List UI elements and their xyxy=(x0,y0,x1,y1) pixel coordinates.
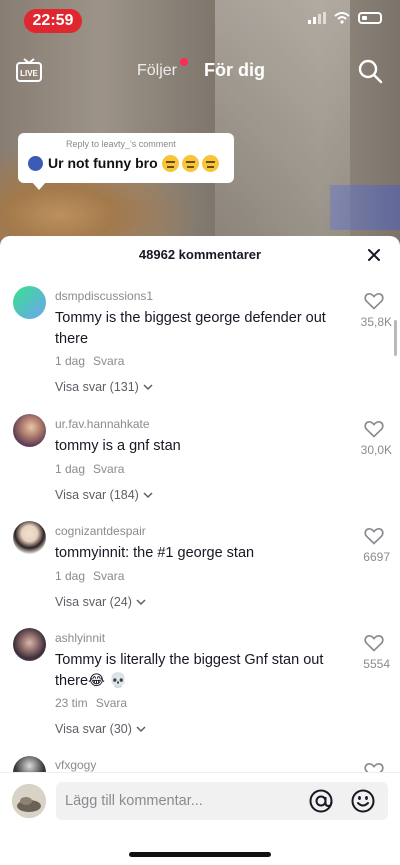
at-icon[interactable] xyxy=(308,788,334,814)
comment-age: 1 dag xyxy=(55,569,86,583)
avatar[interactable] xyxy=(13,628,46,661)
view-replies-button[interactable]: Visa svar (24) xyxy=(55,595,146,609)
comment-age: 1 dag xyxy=(55,462,86,476)
chevron-down-icon xyxy=(143,491,153,498)
heart-icon[interactable] xyxy=(364,634,384,652)
tab-for-you[interactable]: För dig xyxy=(204,60,265,81)
video-shade xyxy=(0,0,400,250)
wifi-icon xyxy=(334,12,350,24)
avatar[interactable] xyxy=(13,521,46,554)
view-replies-button[interactable]: Visa svar (131) xyxy=(55,380,153,394)
reply-bubble[interactable]: Reply to leavty_'s comment Ur not funny … xyxy=(18,133,234,190)
user-photo xyxy=(12,784,46,818)
view-replies-label: Visa svar (24) xyxy=(55,595,132,609)
comment-text: Tommy is literally the biggest Gnf stan … xyxy=(55,652,324,689)
comment-username[interactable]: vfxgogy xyxy=(55,758,96,772)
comment-likes: 6697 xyxy=(363,550,390,564)
notification-dot xyxy=(180,58,188,66)
comment-item: cognizantdespair tommyinnit: the #1 geor… xyxy=(0,507,400,614)
comment-likes: 35,8K xyxy=(360,315,392,329)
reply-button[interactable]: Svara xyxy=(93,569,124,583)
comment-username[interactable]: cognizantdespair xyxy=(55,524,146,538)
emoji-icon[interactable] xyxy=(350,788,376,814)
live-icon[interactable]: LIVE xyxy=(16,58,42,82)
comment-username[interactable]: ur.fav.hannahkate xyxy=(55,417,150,431)
heart-icon[interactable] xyxy=(364,527,384,545)
comment-likes: 30,0K xyxy=(360,443,392,457)
reply-emoji-group xyxy=(162,155,219,172)
comment-meta: 1 dag Svara xyxy=(55,569,124,583)
comment-item: ashlyinnit Tommy is literally the bigges… xyxy=(0,614,400,744)
tab-following[interactable]: Följer xyxy=(137,62,177,80)
view-replies-label: Visa svar (184) xyxy=(55,488,139,502)
comment-username[interactable]: dsmpdiscussions1 xyxy=(55,289,153,303)
heart-icon[interactable] xyxy=(364,762,384,772)
comment-text: tommyinnit: the #1 george stan xyxy=(55,545,255,561)
avatar[interactable] xyxy=(13,414,46,447)
reply-button[interactable]: Svara xyxy=(93,462,124,476)
signal-icon xyxy=(308,12,326,24)
view-replies-button[interactable]: Visa svar (184) xyxy=(55,488,153,502)
comments-count-title: 48962 kommentarer xyxy=(138,247,262,262)
status-time: 22:59 xyxy=(24,9,82,33)
comment-username[interactable]: ashlyinnit xyxy=(55,631,105,645)
comment-meta: 1 dag Svara xyxy=(55,462,124,476)
grimace-emoji-icon xyxy=(162,155,179,172)
comment-likes: 5554 xyxy=(363,657,390,671)
comment-text: tommy is a gnf stan xyxy=(55,438,181,454)
view-replies-label: Visa svar (131) xyxy=(55,380,139,394)
grimace-emoji-icon xyxy=(202,155,219,172)
view-replies-label: Visa svar (30) xyxy=(55,722,132,736)
comment-meta: 23 tim Svara xyxy=(55,696,127,710)
comment-item-partial: vfxgogy xyxy=(0,752,400,772)
heart-icon[interactable] xyxy=(364,420,384,438)
comments-list: dsmpdiscussions1 Tommy is the biggest ge… xyxy=(0,272,400,400)
avatar[interactable] xyxy=(13,286,46,319)
comment-text: Tommy is the biggest george defender out… xyxy=(55,310,326,347)
home-indicator xyxy=(129,852,271,857)
comment-age: 23 tim xyxy=(55,696,88,710)
avatar[interactable] xyxy=(12,784,46,818)
comment-meta: 1 dag Svara xyxy=(55,354,124,368)
heart-icon[interactable] xyxy=(364,292,384,310)
reply-button[interactable]: Svara xyxy=(96,696,127,710)
avatar[interactable] xyxy=(13,756,46,772)
grimace-emoji-icon xyxy=(182,155,199,172)
comment-age: 1 dag xyxy=(55,354,86,368)
search-icon[interactable] xyxy=(357,58,383,84)
comment-item: dsmpdiscussions1 Tommy is the biggest ge… xyxy=(0,272,400,394)
comment-input[interactable] xyxy=(56,782,388,820)
chevron-down-icon xyxy=(143,383,153,390)
view-replies-button[interactable]: Visa svar (30) xyxy=(55,722,146,736)
svg-text:LIVE: LIVE xyxy=(20,69,38,78)
chevron-down-icon xyxy=(136,725,146,732)
chevron-down-icon xyxy=(136,598,146,605)
battery-icon xyxy=(358,12,382,24)
comment-input-bar xyxy=(0,772,400,865)
video-background[interactable] xyxy=(0,0,400,250)
close-icon[interactable] xyxy=(366,247,382,263)
comment-item: ur.fav.hannahkate tommy is a gnf stan 1 … xyxy=(0,400,400,507)
reply-caption: Reply to leavty_'s comment xyxy=(66,139,176,149)
reply-button[interactable]: Svara xyxy=(93,354,124,368)
status-icons xyxy=(308,12,382,24)
reply-text: Ur not funny bro xyxy=(48,155,158,171)
reply-avatar xyxy=(28,156,43,171)
